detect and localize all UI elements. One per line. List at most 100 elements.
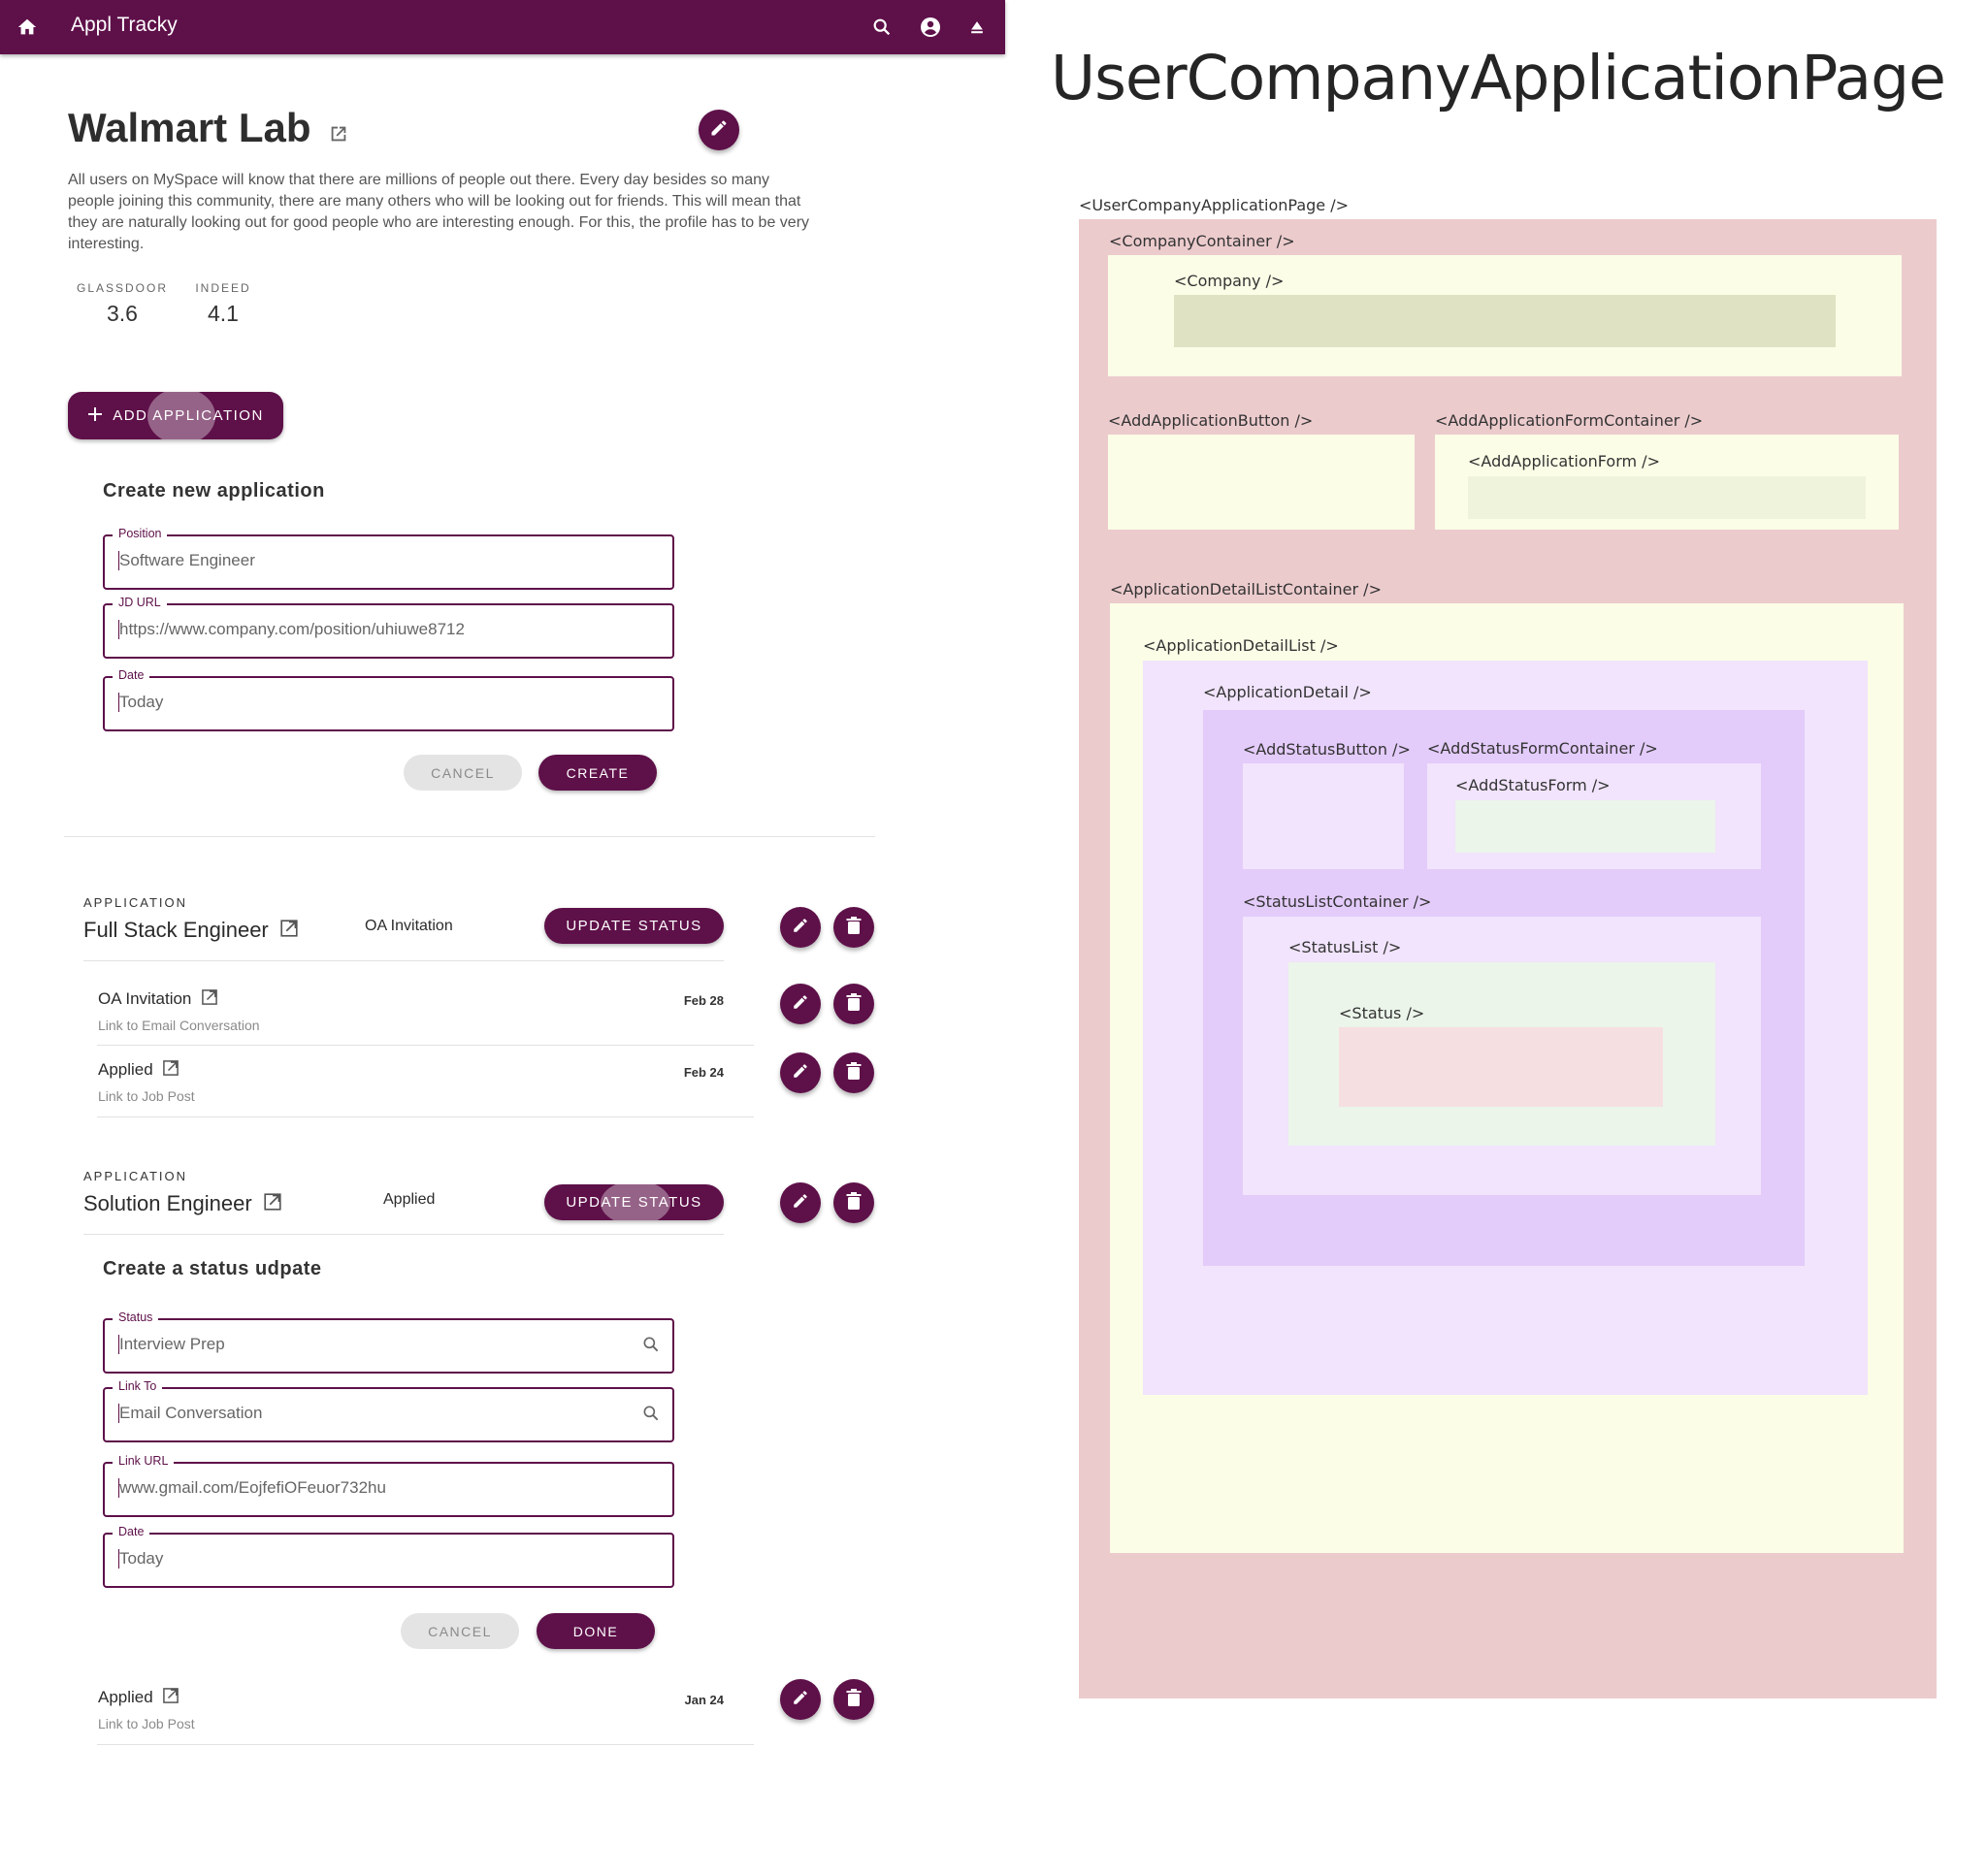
open-in-new-icon[interactable]	[328, 108, 349, 154]
edit-status-button[interactable]	[780, 1679, 821, 1720]
status-name: Applied	[98, 1059, 153, 1079]
diagram-label-page: <UserCompanyApplicationPage />	[1079, 196, 1350, 214]
application-title-text: Solution Engineer	[83, 1191, 252, 1215]
status-date: Feb 24	[683, 1065, 724, 1080]
rating-indeed: INDEED 4.1	[184, 281, 262, 327]
link-to-field[interactable]: Link To Email Conversation	[103, 1379, 674, 1442]
open-in-new-icon[interactable]	[200, 987, 219, 1012]
field-label: Link URL	[113, 1454, 175, 1468]
status-link[interactable]: Link to Job Post	[98, 1088, 195, 1104]
jd-url-field[interactable]: JD URL https://www.company.com/position/…	[103, 596, 674, 659]
link-url-field[interactable]: Link URL www.gmail.com/EojfefiOFeuor732h…	[103, 1454, 674, 1517]
row-divider	[97, 1045, 754, 1046]
field-value[interactable]: Email Conversation	[118, 1404, 262, 1423]
edit-status-button[interactable]	[780, 984, 821, 1024]
diagram-label-application-detail-list: <ApplicationDetailList />	[1143, 636, 1339, 655]
edit-status-button[interactable]	[780, 1052, 821, 1093]
current-status: Applied	[383, 1191, 436, 1208]
date-field[interactable]: Date Today	[103, 668, 674, 731]
field-label: Link To	[113, 1379, 163, 1393]
field-value[interactable]: https://www.company.com/position/uhiuwe8…	[118, 620, 465, 639]
diagram-box-add-status-form	[1455, 800, 1715, 853]
delete-status-button[interactable]	[833, 984, 874, 1024]
field-label: Date	[113, 668, 150, 682]
open-in-new-icon[interactable]	[262, 1191, 283, 1218]
home-icon[interactable]	[14, 14, 41, 41]
status-date: Jan 24	[684, 1693, 724, 1707]
diagram-box-add-application-button	[1108, 435, 1415, 530]
edit-application-button[interactable]	[780, 907, 821, 948]
application-title: Full Stack Engineer	[83, 918, 300, 945]
field-value[interactable]: Interview Prep	[118, 1335, 225, 1354]
app-navbar: Appl Tracky	[0, 0, 1005, 54]
diagram-label-add-status-form: <AddStatusForm />	[1455, 776, 1611, 794]
eject-icon[interactable]	[963, 14, 991, 41]
diagram-label-company-container: <CompanyContainer />	[1109, 232, 1295, 250]
cancel-button[interactable]: CANCEL	[401, 1613, 519, 1649]
create-application-title: Create new application	[103, 480, 325, 501]
status-name-row: Applied	[98, 1058, 195, 1083]
edit-application-button[interactable]	[780, 1182, 821, 1223]
create-button[interactable]: CREATE	[538, 755, 657, 791]
position-field[interactable]: Position Software Engineer	[103, 527, 674, 590]
status-name-row: OA Invitation	[98, 987, 260, 1012]
search-icon[interactable]	[641, 1335, 661, 1359]
app-title[interactable]: Appl Tracky	[71, 14, 178, 37]
open-in-new-icon[interactable]	[161, 1058, 180, 1083]
trash-icon	[846, 1688, 862, 1711]
cancel-button[interactable]: CANCEL	[404, 755, 522, 791]
search-icon[interactable]	[641, 1404, 661, 1428]
done-button[interactable]: DONE	[537, 1613, 655, 1649]
diagram-title: UserCompanyApplicationPage	[1051, 43, 1946, 113]
pencil-icon	[792, 1192, 809, 1214]
company-name: Walmart Lab	[68, 105, 311, 150]
diagram-label-application-detail-list-container: <ApplicationDetailListContainer />	[1110, 580, 1382, 598]
open-in-new-icon[interactable]	[161, 1686, 180, 1710]
rating-value: 4.1	[208, 301, 239, 326]
delete-application-button[interactable]	[833, 907, 874, 948]
diagram-box-company	[1174, 295, 1836, 347]
add-application-label: ADD APPLICATION	[113, 407, 264, 424]
delete-application-button[interactable]	[833, 1182, 874, 1223]
add-application-button[interactable]: ADD APPLICATION	[68, 392, 283, 439]
company-header: Walmart Lab	[68, 105, 349, 154]
application-title-text: Full Stack Engineer	[83, 918, 269, 942]
field-value[interactable]: Software Engineer	[118, 551, 255, 570]
diagram-label-add-application-button: <AddApplicationButton />	[1108, 411, 1314, 430]
update-status-button[interactable]: UPDATE STATUS	[544, 908, 724, 944]
edit-company-button[interactable]	[699, 110, 739, 150]
pencil-icon	[792, 917, 809, 939]
pencil-icon	[792, 1689, 809, 1711]
pencil-icon	[792, 1062, 809, 1084]
status-field[interactable]: Status Interview Prep	[103, 1310, 674, 1374]
section-divider	[64, 836, 875, 837]
rating-value: 3.6	[107, 301, 138, 326]
status-item: Applied Link to Job Post	[98, 1058, 195, 1104]
rating-glassdoor: GLASSDOOR 3.6	[74, 281, 171, 327]
search-icon[interactable]	[868, 14, 896, 41]
delete-status-button[interactable]	[833, 1052, 874, 1093]
field-value[interactable]: Today	[118, 693, 163, 712]
trash-icon	[846, 1061, 862, 1084]
status-name: OA Invitation	[98, 988, 192, 1008]
status-link[interactable]: Link to Email Conversation	[98, 1018, 260, 1033]
pencil-icon	[792, 993, 809, 1016]
date-field[interactable]: Date Today	[103, 1525, 674, 1588]
status-date: Feb 28	[683, 993, 724, 1008]
diagram-label-application-detail: <ApplicationDetail />	[1203, 683, 1372, 701]
field-value[interactable]: www.gmail.com/EojfefiOFeuor732hu	[118, 1478, 386, 1498]
status-item: OA Invitation Link to Email Conversation	[98, 987, 260, 1033]
row-divider	[97, 1116, 754, 1117]
field-label: Status	[113, 1310, 159, 1324]
delete-status-button[interactable]	[833, 1679, 874, 1720]
diagram-label-status-list-container: <StatusListContainer />	[1243, 892, 1432, 911]
diagram-label-company: <Company />	[1174, 272, 1285, 290]
status-link[interactable]: Link to Job Post	[98, 1716, 195, 1731]
account-circle-icon[interactable]	[917, 14, 944, 41]
update-status-button[interactable]: UPDATE STATUS	[544, 1184, 724, 1220]
diagram-label-add-status-form-container: <AddStatusFormContainer />	[1427, 739, 1658, 758]
rating-label: GLASSDOOR	[76, 281, 169, 295]
diagram-label-status: <Status />	[1339, 1004, 1425, 1022]
open-in-new-icon[interactable]	[278, 918, 300, 945]
field-value[interactable]: Today	[118, 1549, 163, 1569]
